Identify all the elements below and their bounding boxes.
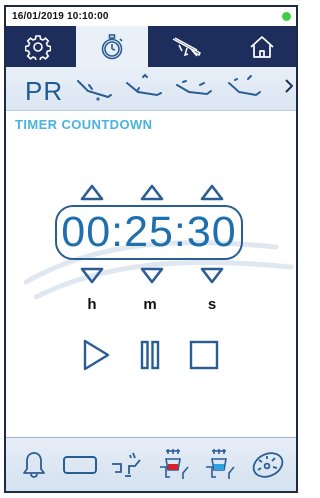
- chair-position-2-icon[interactable]: [124, 71, 164, 107]
- chair-position-4-icon[interactable]: [224, 71, 264, 107]
- gear-icon: [25, 34, 51, 60]
- tab-home[interactable]: [228, 26, 296, 67]
- hours-unit-label: h: [87, 296, 97, 313]
- stop-icon[interactable]: [188, 338, 220, 372]
- operating-light-button[interactable]: [246, 445, 290, 485]
- seconds-down-arrow[interactable]: [199, 266, 225, 286]
- program-label: PR: [25, 76, 64, 106]
- seconds-up-arrow[interactable]: [199, 182, 225, 202]
- seconds-unit-label: s: [207, 296, 217, 313]
- blank-button-icon: [63, 456, 97, 474]
- hours-down-arrow[interactable]: [79, 266, 105, 286]
- blank-button[interactable]: [60, 445, 100, 485]
- bell-button[interactable]: [16, 445, 52, 485]
- tab-settings[interactable]: [6, 26, 70, 67]
- timer-display: 00:25:30: [55, 205, 243, 260]
- minutes-down-arrow[interactable]: [139, 266, 165, 286]
- spittoon-button[interactable]: [106, 445, 146, 485]
- top-tab-bar: [6, 26, 296, 67]
- minutes-unit-label: m: [143, 296, 157, 313]
- cup-filler-cold-button[interactable]: [200, 445, 240, 485]
- home-icon: [250, 35, 274, 58]
- hours-up-arrow[interactable]: [79, 182, 105, 202]
- cup-filler-hot-icon: [160, 449, 189, 479]
- stopwatch-icon: [101, 33, 123, 59]
- cup-filler-cold-icon: [206, 449, 235, 479]
- status-indicator: [282, 12, 291, 21]
- pause-icon[interactable]: [134, 338, 166, 372]
- timer-value: 00:25:30: [61, 208, 237, 256]
- dental-unit-screen: 16/01/2019 10:10:00 PR TIMER COUNTDOWN 0…: [4, 5, 298, 493]
- status-bar: 16/01/2019 10:10:00: [6, 7, 296, 26]
- operating-light-icon: [252, 452, 284, 478]
- bell-icon: [23, 452, 45, 478]
- spittoon-icon: [112, 452, 141, 477]
- chair-position-3-icon[interactable]: [174, 71, 214, 107]
- bottom-toolbar: [6, 437, 296, 491]
- tab-timer[interactable]: [76, 26, 148, 67]
- play-icon[interactable]: [80, 338, 112, 372]
- chair-position-1-icon[interactable]: [74, 71, 114, 107]
- status-datetime: 16/01/2019 10:10:00: [12, 11, 109, 22]
- cup-filler-hot-button[interactable]: [154, 445, 194, 485]
- minutes-up-arrow[interactable]: [139, 182, 165, 202]
- chair-program-bar: PR: [6, 67, 296, 111]
- chevron-right-icon[interactable]: [285, 79, 293, 93]
- screen-title: TIMER COUNTDOWN: [15, 117, 153, 132]
- handpiece-icon: [172, 36, 201, 56]
- timer-panel: TIMER COUNTDOWN 00:25:30 h m s: [6, 112, 296, 437]
- tab-instruments[interactable]: [152, 26, 224, 67]
